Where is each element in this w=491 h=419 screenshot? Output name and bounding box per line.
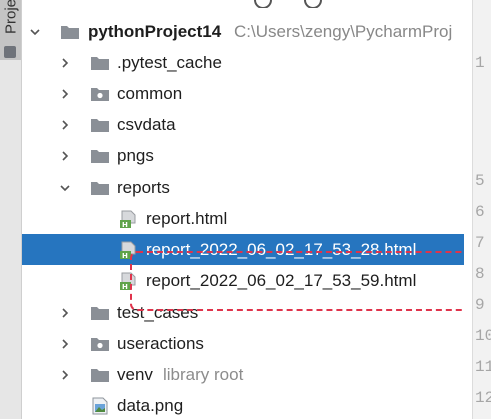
locate-icon[interactable]: [254, 0, 272, 8]
line-number: 9: [475, 296, 485, 314]
tree-row-report-1[interactable]: H report_2022_06_02_17_53_28.html: [22, 234, 464, 265]
tree-row-reports[interactable]: reports: [22, 172, 464, 203]
chevron-right-icon[interactable]: [58, 87, 72, 101]
svg-text:H: H: [122, 283, 128, 290]
folder-icon: [4, 46, 16, 58]
tree-row-pytest-cache[interactable]: .pytest_cache: [22, 47, 464, 78]
tree-row-report-2[interactable]: H report_2022_06_02_17_53_59.html: [22, 265, 464, 296]
tree-row-data-png[interactable]: data.png: [22, 390, 464, 419]
chevron-right-icon[interactable]: [58, 56, 72, 70]
chevron-right-icon[interactable]: [58, 368, 72, 382]
line-number: 7: [475, 234, 485, 252]
tree-item-label: venv: [117, 364, 153, 384]
project-tool-tab-label: Proje: [2, 0, 20, 35]
tree-item-label: csvdata: [117, 114, 176, 134]
tree-item-label: reports: [117, 177, 170, 197]
tree-row-useractions[interactable]: useractions: [22, 328, 464, 359]
chevron-right-icon[interactable]: [58, 149, 72, 163]
tree-row-report-html[interactable]: H report.html: [22, 203, 464, 234]
package-folder-icon: [90, 85, 110, 103]
tree-item-label: data.png: [117, 395, 184, 415]
chevron-right-icon[interactable]: [58, 337, 72, 351]
tree-row-venv[interactable]: venv library root: [22, 359, 464, 390]
folder-icon: [90, 116, 110, 134]
tree-item-label: test_cases: [117, 302, 199, 322]
tree-row-csvdata[interactable]: csvdata: [22, 109, 464, 140]
line-number: 10: [475, 327, 491, 345]
folder-icon: [60, 23, 80, 41]
html-file-icon: H: [118, 272, 138, 290]
line-number: 6: [475, 203, 485, 221]
project-tool-window-strip: Proje: [0, 0, 22, 419]
chevron-right-icon[interactable]: [58, 118, 72, 132]
project-name: pythonProject14: [88, 21, 222, 41]
chevron-down-icon[interactable]: [58, 181, 72, 195]
project-tool-tab[interactable]: Proje: [0, 0, 21, 60]
tree-item-label: report.html: [146, 208, 228, 228]
svg-text:H: H: [122, 252, 128, 259]
tree-row-common[interactable]: common: [22, 78, 464, 109]
editor-line-gutter: 1 5 6 7 8 9 10 11 12: [472, 0, 491, 419]
chevron-right-icon[interactable]: [58, 306, 72, 320]
library-root-hint: library root: [163, 364, 244, 384]
image-file-icon: [90, 397, 110, 415]
folder-icon: [90, 179, 110, 197]
tree-item-label: common: [117, 83, 183, 103]
tree-item-label: .pytest_cache: [117, 52, 222, 72]
folder-icon: [90, 147, 110, 165]
tree-item-label: report_2022_06_02_17_53_28.html: [146, 239, 417, 259]
tree-item-label: report_2022_06_02_17_53_59.html: [146, 270, 417, 290]
line-number: 11: [475, 358, 491, 376]
toolbar-partial: [22, 0, 470, 8]
tree-row-test-cases[interactable]: test_cases: [22, 297, 464, 328]
package-folder-icon: [90, 335, 110, 353]
folder-icon: [90, 54, 110, 72]
line-number: 1: [475, 54, 485, 72]
project-tree: pythonProject14 C:\Users\zengy\PycharmPr…: [22, 16, 464, 419]
line-number: 8: [475, 265, 485, 283]
line-number: 5: [475, 172, 485, 190]
folder-icon: [90, 366, 110, 384]
html-file-icon: H: [118, 210, 138, 228]
tree-row-pngs[interactable]: pngs: [22, 140, 464, 171]
project-path: C:\Users\zengy\PycharmProj: [234, 21, 453, 41]
collapse-icon[interactable]: [304, 0, 322, 8]
chevron-down-icon[interactable]: [28, 25, 42, 39]
html-file-icon: H: [118, 241, 138, 259]
line-number: 12: [475, 389, 491, 407]
tree-item-label: pngs: [117, 145, 154, 165]
tree-row-project-root[interactable]: pythonProject14 C:\Users\zengy\PycharmPr…: [22, 16, 464, 47]
svg-text:H: H: [122, 221, 128, 228]
folder-icon: [90, 304, 110, 322]
tree-item-label: useractions: [117, 333, 204, 353]
